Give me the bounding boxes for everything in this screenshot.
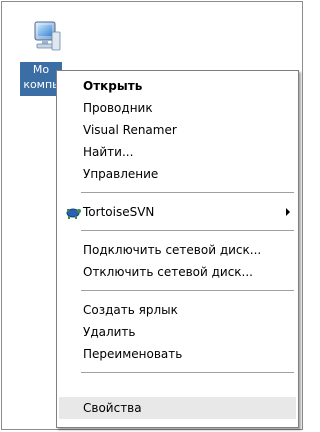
computer-icon[interactable] xyxy=(32,20,62,54)
menu-separator xyxy=(81,290,294,292)
menu-item-visual-renamer[interactable]: Visual Renamer xyxy=(59,119,296,141)
menu-item-manage-label: Управление xyxy=(83,167,159,181)
menu-item-tortoisesvn[interactable]: TortoiseSVN xyxy=(59,201,296,223)
menu-item-open-label: Открыть xyxy=(83,79,143,93)
menu-item-disconnect-network-drive[interactable]: Отключить сетевой диск... xyxy=(59,261,296,283)
menu-item-manage[interactable]: Управление xyxy=(59,163,296,185)
menu-item-explorer-label: Проводник xyxy=(83,101,153,115)
menu-item-delete[interactable]: Удалить xyxy=(59,321,296,343)
menu-item-delete-label: Удалить xyxy=(83,325,136,339)
menu-item-create-shortcut[interactable]: Создать ярлык xyxy=(59,299,296,321)
menu-item-map-network-drive[interactable]: Подключить сетевой диск... xyxy=(59,239,296,261)
menu-item-rename-label: Переименовать xyxy=(83,347,183,361)
menu-item-map-network-drive-label: Подключить сетевой диск... xyxy=(83,243,262,257)
menu-item-properties-label: Свойства xyxy=(83,401,142,415)
menu-separator xyxy=(81,192,294,194)
menu-item-rename[interactable]: Переименовать xyxy=(59,343,296,365)
menu-item-find[interactable]: Найти... xyxy=(59,141,296,163)
menu-item-open[interactable]: Открыть xyxy=(59,75,296,97)
menu-item-find-label: Найти... xyxy=(83,145,134,159)
menu-item-tortoisesvn-label: TortoiseSVN xyxy=(83,205,155,219)
menu-item-create-shortcut-label: Создать ярлык xyxy=(83,303,178,317)
menu-item-visual-renamer-label: Visual Renamer xyxy=(83,123,177,137)
context-menu: Открыть Проводник Visual Renamer Найти..… xyxy=(56,70,299,428)
menu-item-explorer[interactable]: Проводник xyxy=(59,97,296,119)
menu-item-disconnect-network-drive-label: Отключить сетевой диск... xyxy=(83,265,253,279)
chevron-right-icon xyxy=(286,208,290,216)
menu-item-properties[interactable]: Свойства xyxy=(59,397,296,419)
menu-separator xyxy=(81,230,294,232)
menu-separator xyxy=(81,372,294,374)
tortoise-icon xyxy=(64,204,82,220)
